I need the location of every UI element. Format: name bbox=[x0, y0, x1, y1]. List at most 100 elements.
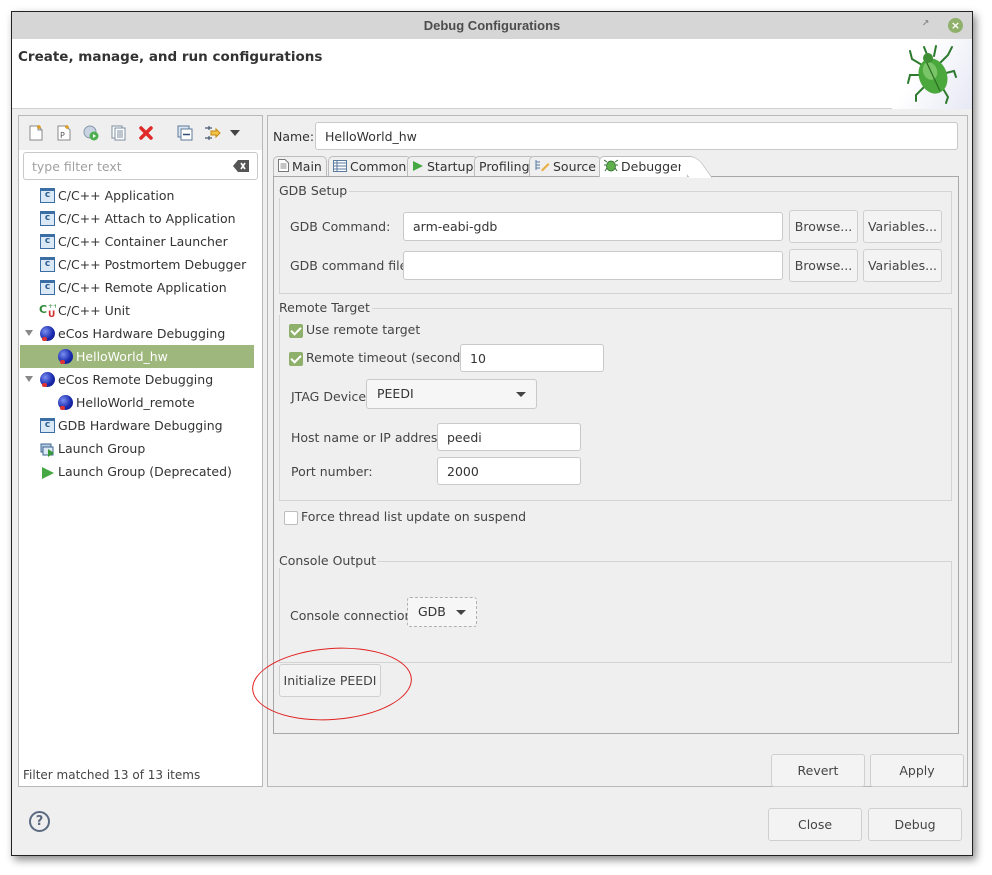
jtag-device-label: JTAG Device: bbox=[291, 389, 371, 404]
restore-icon[interactable]: ↗ bbox=[921, 20, 930, 29]
left-toolbar: P bbox=[19, 116, 262, 150]
tree-item-cpp-unit[interactable]: C U ++ C/C++ Unit bbox=[19, 299, 262, 322]
remote-timeout-checkbox[interactable] bbox=[289, 352, 303, 366]
delete-icon[interactable] bbox=[137, 124, 155, 142]
svg-text:U: U bbox=[48, 310, 55, 318]
tab-profiling[interactable]: Profiling bbox=[474, 156, 535, 177]
tree-item-label: HelloWorld_hw bbox=[76, 349, 168, 364]
force-thread-update-checkbox[interactable] bbox=[284, 511, 298, 525]
expand-toggle-icon[interactable] bbox=[25, 330, 33, 336]
name-input[interactable] bbox=[315, 122, 958, 150]
console-output-title: Console Output bbox=[279, 553, 379, 568]
tree-item-launch-group-deprecated[interactable]: Launch Group (Deprecated) bbox=[19, 460, 262, 483]
gdb-command-input[interactable] bbox=[403, 212, 783, 241]
tree-item-label: eCos Hardware Debugging bbox=[58, 326, 226, 341]
remote-timeout-label[interactable]: Remote timeout (seconds): bbox=[306, 350, 476, 365]
initialize-peedi-button[interactable]: Initialize PEEDI bbox=[279, 664, 381, 697]
tree-item-launch-group[interactable]: Launch Group bbox=[19, 437, 262, 460]
svg-text:C: C bbox=[39, 303, 47, 316]
help-icon[interactable]: ? bbox=[29, 811, 50, 832]
svg-text:P: P bbox=[60, 131, 65, 140]
chevron-down-icon bbox=[456, 610, 466, 615]
chevron-down-icon bbox=[516, 392, 526, 397]
tree-item-label: GDB Hardware Debugging bbox=[58, 418, 223, 433]
tree-item-cpp-application[interactable]: c C/C++ Application bbox=[19, 184, 262, 207]
gdb-command-file-browse-button[interactable]: Browse... bbox=[789, 249, 858, 282]
filter-icon[interactable] bbox=[203, 124, 221, 142]
jtag-device-select[interactable]: PEEDI bbox=[366, 379, 537, 409]
tree-item-ecos-hardware[interactable]: eCos Hardware Debugging bbox=[19, 322, 262, 345]
tab-common[interactable]: Common bbox=[328, 156, 412, 177]
remote-timeout-input[interactable] bbox=[460, 344, 604, 372]
host-label: Host name or IP address: bbox=[291, 430, 449, 445]
tree-item-label: C/C++ Unit bbox=[58, 303, 131, 318]
console-connection-label: Console connection: bbox=[290, 608, 417, 623]
filter-field[interactable] bbox=[23, 152, 258, 180]
jtag-device-value: PEEDI bbox=[377, 386, 414, 401]
run-triangle-icon bbox=[41, 464, 56, 479]
ecos-icon bbox=[58, 349, 73, 364]
debugger-tab-content: GDB Setup GDB Command: Browse... Variabl… bbox=[273, 176, 959, 734]
close-button[interactable]: Close bbox=[768, 808, 862, 841]
tab-debugger[interactable]: Debugger bbox=[599, 156, 688, 177]
expand-toggle-icon[interactable] bbox=[25, 376, 33, 382]
filter-status: Filter matched 13 of 13 items bbox=[23, 768, 201, 782]
tree-item-cpp-attach[interactable]: c C/C++ Attach to Application bbox=[19, 207, 262, 230]
ecos-icon bbox=[40, 372, 55, 387]
tab-label: Startup bbox=[427, 159, 474, 174]
tree-item-ecos-remote[interactable]: eCos Remote Debugging bbox=[19, 368, 262, 391]
tab-startup[interactable]: Startup bbox=[407, 156, 479, 177]
tab-label: Common bbox=[350, 159, 407, 174]
filter-input[interactable] bbox=[24, 153, 224, 179]
tree-item-cpp-postmortem[interactable]: c C/C++ Postmortem Debugger bbox=[19, 253, 262, 276]
table-icon bbox=[333, 158, 347, 177]
debug-button[interactable]: Debug bbox=[868, 808, 962, 841]
gdb-command-variables-button[interactable]: Variables... bbox=[863, 210, 942, 243]
dialog-banner: Create, manage, and run configurations bbox=[12, 39, 972, 109]
gdb-command-browse-button[interactable]: Browse... bbox=[789, 210, 858, 243]
tree-item-helloworld-hw[interactable]: HelloWorld_hw bbox=[20, 345, 254, 368]
host-input[interactable] bbox=[437, 423, 581, 451]
tab-main[interactable]: Main bbox=[273, 156, 327, 177]
tab-label: Main bbox=[292, 159, 322, 174]
tree-item-label: C/C++ Postmortem Debugger bbox=[58, 257, 247, 272]
tab-label: Debugger bbox=[621, 159, 683, 174]
console-connection-select[interactable]: GDB bbox=[407, 597, 477, 627]
duplicate-icon[interactable] bbox=[110, 124, 128, 142]
configuration-tree-panel: P type filter text c C/C++ Application c… bbox=[18, 115, 263, 787]
gdb-setup-title: GDB Setup bbox=[279, 183, 350, 198]
tab-label: Profiling bbox=[479, 159, 530, 174]
gdb-command-file-variables-button[interactable]: Variables... bbox=[863, 249, 942, 282]
tab-strip: Main Common Startup Profiling Source Deb… bbox=[273, 156, 959, 177]
new-prototype-icon[interactable]: P bbox=[55, 124, 73, 142]
export-icon[interactable] bbox=[82, 124, 100, 142]
tree-item-helloworld-remote[interactable]: HelloWorld_remote bbox=[19, 391, 262, 414]
collapse-all-icon[interactable] bbox=[176, 124, 194, 142]
view-menu-icon[interactable] bbox=[226, 124, 244, 142]
c-config-icon: c bbox=[40, 234, 55, 249]
use-remote-target-checkbox[interactable] bbox=[289, 324, 303, 338]
tree-item-label: C/C++ Attach to Application bbox=[58, 211, 236, 226]
remote-target-title: Remote Target bbox=[279, 300, 372, 315]
tree-item-cpp-container[interactable]: c C/C++ Container Launcher bbox=[19, 230, 262, 253]
tree-item-cpp-remote[interactable]: c C/C++ Remote Application bbox=[19, 276, 262, 299]
close-icon[interactable]: × bbox=[948, 18, 963, 33]
apply-button[interactable]: Apply bbox=[870, 754, 964, 787]
launch-group-icon bbox=[40, 441, 55, 457]
new-document-icon[interactable] bbox=[27, 124, 45, 142]
c-config-icon: c bbox=[40, 211, 55, 226]
gdb-command-file-input[interactable] bbox=[403, 251, 783, 280]
svg-text:++: ++ bbox=[48, 303, 56, 310]
port-input[interactable] bbox=[437, 457, 581, 485]
name-label: Name: bbox=[273, 129, 315, 144]
ecos-icon bbox=[58, 395, 73, 410]
clear-icon[interactable] bbox=[233, 160, 249, 175]
use-remote-target-label[interactable]: Use remote target bbox=[306, 322, 420, 337]
tree-item-label: eCos Remote Debugging bbox=[58, 372, 214, 387]
source-icon bbox=[534, 158, 550, 177]
tree-item-gdb-hardware[interactable]: c GDB Hardware Debugging bbox=[19, 414, 262, 437]
force-thread-update-label[interactable]: Force thread list update on suspend bbox=[301, 509, 526, 524]
banner-heading: Create, manage, and run configurations bbox=[18, 49, 323, 65]
revert-button[interactable]: Revert bbox=[771, 754, 865, 787]
tab-source[interactable]: Source bbox=[529, 156, 601, 177]
